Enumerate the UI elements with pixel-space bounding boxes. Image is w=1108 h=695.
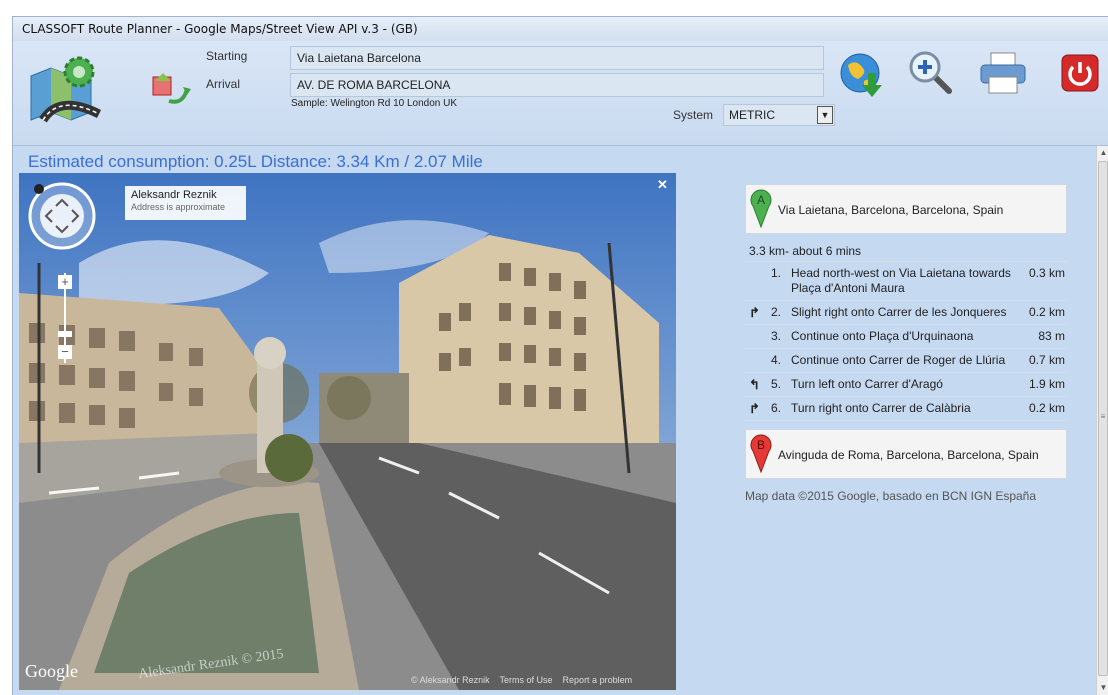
author-card: Aleksandr Reznik Address is approximate bbox=[125, 186, 246, 220]
starting-field[interactable]: Via Laietana Barcelona bbox=[290, 46, 824, 70]
chevron-down-icon[interactable]: ▼ bbox=[817, 106, 833, 124]
close-icon[interactable]: ✕ bbox=[657, 177, 668, 193]
step-row[interactable]: ↱ 2. Slight right onto Carrer de les Jon… bbox=[745, 301, 1067, 325]
zoom-slider-handle[interactable] bbox=[58, 331, 72, 337]
zoom-control: + − bbox=[58, 273, 72, 363]
step-list: 1. Head north-west on Via Laietana towar… bbox=[745, 262, 1067, 421]
consumption-text: Estimated consumption: 0.25L Distance: 3… bbox=[28, 152, 483, 171]
vertical-scrollbar[interactable]: ▲ ≡ ▼ bbox=[1096, 146, 1108, 695]
power-icon[interactable] bbox=[1061, 54, 1099, 92]
svg-text:A: A bbox=[757, 193, 765, 207]
arrival-field[interactable]: AV. DE ROMA BARCELONA bbox=[290, 73, 824, 97]
zoom-in-button[interactable]: + bbox=[58, 275, 72, 289]
step-row[interactable]: ↰ 5. Turn left onto Carrer d'Aragó 1.9 k… bbox=[745, 373, 1067, 397]
svg-text:B: B bbox=[757, 438, 765, 452]
arrival-label: Arrival bbox=[206, 77, 241, 91]
globe-download-icon[interactable] bbox=[838, 51, 886, 99]
system-value: METRIC bbox=[729, 108, 775, 122]
app-window: CLASSOFT Route Planner - Google Maps/Str… bbox=[12, 16, 1108, 695]
main-content: Estimated consumption: 0.25L Distance: 3… bbox=[13, 146, 1096, 695]
end-address: Avinguda de Roma, Barcelona, Barcelona, … bbox=[778, 448, 1039, 462]
terms-link[interactable]: Terms of Use bbox=[500, 675, 553, 685]
directions-panel: A Via Laietana, Barcelona, Barcelona, Sp… bbox=[745, 184, 1067, 503]
swap-route-icon[interactable] bbox=[149, 67, 193, 111]
grip-icon: ≡ bbox=[1100, 412, 1106, 421]
pan-control[interactable] bbox=[27, 181, 97, 251]
start-address: Via Laietana, Barcelona, Barcelona, Spai… bbox=[778, 203, 1004, 217]
end-address-card[interactable]: B Avinguda de Roma, Barcelona, Barcelona… bbox=[745, 429, 1067, 479]
toolbar: Starting Via Laietana Barcelona Arrival … bbox=[13, 41, 1108, 146]
step-row[interactable]: ↱ 6. Turn right onto Carrer de Calàbria … bbox=[745, 397, 1067, 421]
start-address-card[interactable]: A Via Laietana, Barcelona, Barcelona, Sp… bbox=[745, 184, 1067, 234]
route-summary: 3.3 km- about 6 mins bbox=[745, 234, 1067, 262]
title-bar: CLASSOFT Route Planner - Google Maps/Str… bbox=[13, 17, 1108, 41]
scroll-up-icon[interactable]: ▲ bbox=[1097, 146, 1108, 160]
map-data-attribution: Map data ©2015 Google, basado en BCN IGN… bbox=[745, 489, 1037, 503]
author-name: Aleksandr Reznik bbox=[131, 189, 217, 201]
window-title: CLASSOFT Route Planner - Google Maps/Str… bbox=[22, 22, 418, 36]
street-view-image[interactable]: Aleksandr Reznik © 2015 bbox=[19, 173, 676, 690]
step-row[interactable]: 1. Head north-west on Via Laietana towar… bbox=[745, 262, 1067, 301]
marker-a-icon: A bbox=[750, 189, 772, 228]
zoom-in-icon[interactable] bbox=[907, 49, 953, 95]
google-logo: Google bbox=[25, 661, 78, 681]
scroll-down-icon[interactable]: ▼ bbox=[1097, 681, 1108, 695]
zoom-out-button[interactable]: − bbox=[58, 345, 72, 359]
sample-hint: Sample: Welington Rd 10 London UK bbox=[291, 98, 458, 109]
starting-value: Via Laietana Barcelona bbox=[297, 51, 421, 65]
street-view-panel[interactable]: Aleksandr Reznik © 2015 Aleksandr Reznik… bbox=[19, 173, 676, 690]
step-row[interactable]: 4. Continue onto Carrer de Roger de Llúr… bbox=[745, 349, 1067, 373]
turn-right-icon: ↱ bbox=[749, 401, 760, 416]
system-select[interactable]: METRIC ▼ bbox=[723, 104, 835, 126]
report-link[interactable]: Report a problem bbox=[563, 675, 633, 685]
slight-right-icon: ↱ bbox=[749, 305, 760, 320]
scroll-thumb[interactable]: ≡ bbox=[1098, 161, 1108, 676]
turn-left-icon: ↰ bbox=[749, 377, 760, 392]
street-view-footer: © Aleksandr Reznik Terms of Use Report a… bbox=[411, 675, 632, 685]
starting-label: Starting bbox=[206, 49, 248, 63]
step-row[interactable]: 3. Continue onto Plaça d'Urquinaona 83 m bbox=[745, 325, 1067, 349]
marker-b-icon: B bbox=[750, 434, 772, 473]
footer-author: © Aleksandr Reznik bbox=[411, 675, 490, 685]
printer-icon[interactable] bbox=[979, 51, 1027, 95]
address-note: Address is approximate bbox=[131, 202, 226, 212]
arrival-value: AV. DE ROMA BARCELONA bbox=[297, 78, 451, 92]
app-logo-icon bbox=[30, 56, 102, 123]
system-label: System bbox=[673, 108, 714, 122]
